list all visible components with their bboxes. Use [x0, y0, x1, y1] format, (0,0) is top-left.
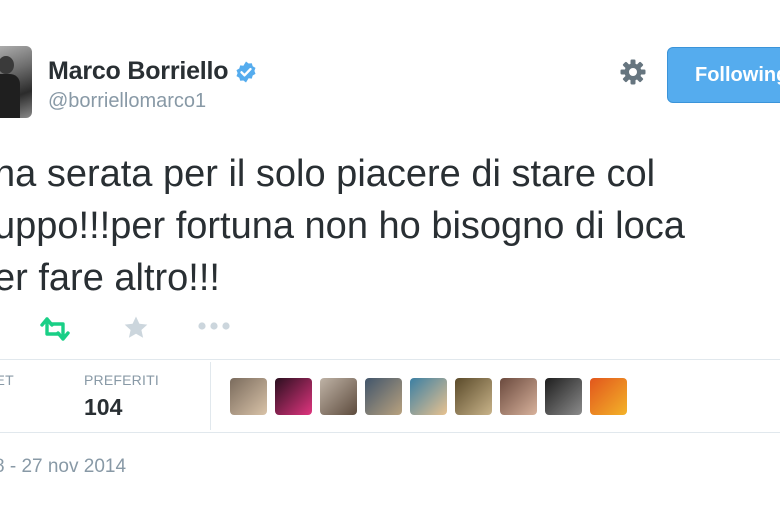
stats-vertical-divider	[210, 362, 211, 430]
favoriters-avatars	[230, 378, 627, 415]
favoriter-avatar[interactable]	[275, 378, 312, 415]
display-name[interactable]: Marco Borriello	[48, 57, 229, 86]
favoriter-avatar[interactable]	[320, 378, 357, 415]
name-row: Marco Borriello	[48, 57, 258, 86]
favoriter-avatar[interactable]	[455, 378, 492, 415]
tweet-text: na serata per il solo piacere di stare c…	[0, 148, 780, 304]
user-avatar[interactable]	[0, 46, 32, 118]
avatar-head	[0, 56, 14, 74]
tweet-line: uppo!!!per fortuna non ho bisogno di loc…	[0, 205, 685, 247]
favorites-label: PREFERITI	[84, 372, 159, 388]
favoriter-avatar[interactable]	[410, 378, 447, 415]
tweet-line: er fare altro!!!	[0, 257, 220, 299]
favorites-count: 104	[84, 394, 123, 420]
favoriter-avatar[interactable]	[545, 378, 582, 415]
tweet-timestamp[interactable]: 8 - 27 nov 2014	[0, 456, 126, 478]
retweets-label: EET	[0, 372, 14, 388]
favorites-stat[interactable]: PREFERITI 104	[84, 372, 159, 421]
tweet-line: na serata per il solo piacere di stare c…	[0, 153, 656, 195]
favoriter-avatar[interactable]	[365, 378, 402, 415]
favoriter-avatar[interactable]	[590, 378, 627, 415]
favorite-star-icon[interactable]	[122, 314, 150, 342]
verified-badge-icon	[236, 61, 256, 82]
retweets-stat[interactable]: EET 2	[0, 372, 14, 421]
user-handle[interactable]: @borriellomarco1	[48, 90, 206, 113]
stats-divider-bottom	[0, 432, 780, 433]
more-icon[interactable]	[197, 320, 231, 332]
following-button-label: Following	[695, 63, 780, 86]
gear-icon[interactable]	[619, 58, 647, 86]
retweets-count: 2	[0, 394, 14, 421]
favoriter-avatar[interactable]	[230, 378, 267, 415]
avatar-body	[0, 74, 20, 118]
stats-divider-top	[0, 359, 780, 360]
favoriter-avatar[interactable]	[500, 378, 537, 415]
following-button[interactable]: Following	[667, 47, 780, 103]
retweet-icon[interactable]	[38, 316, 72, 342]
